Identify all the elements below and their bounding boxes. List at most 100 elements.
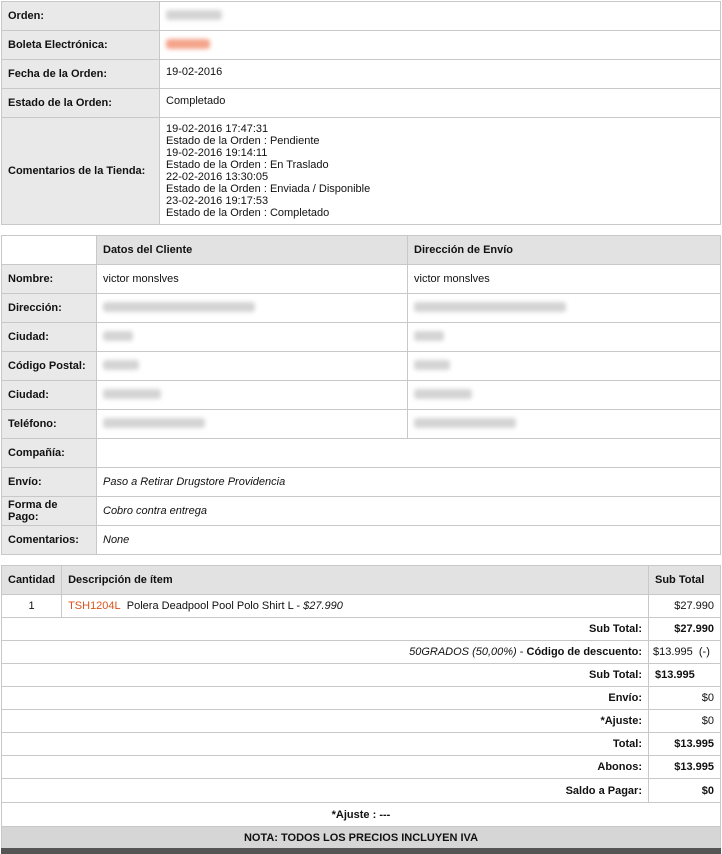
history-line: 19-02-2016 17:47:31 [166, 123, 269, 135]
direccion-cliente [96, 293, 408, 323]
nota-row: NOTA: TODOS LOS PRECIOS INCLUYEN IVA [1, 826, 721, 849]
history-line: Estado de la Orden : Pendiente [166, 135, 320, 147]
ajuste-label: *Ajuste: [1, 709, 649, 733]
direccion-label: Dirección: [1, 293, 97, 323]
order-info-table: Orden: Boleta Electrónica: Fecha de la O… [1, 1, 721, 225]
postal-label: Código Postal: [1, 351, 97, 381]
saldo-value: $0 [648, 778, 721, 803]
col-datos-cliente: Datos del Cliente [96, 235, 408, 265]
fecha-value: 19-02-2016 [159, 59, 721, 89]
discount-sep: - [516, 646, 527, 658]
comentarios-label: Comentarios: [1, 525, 97, 555]
comentarios-tienda-value: 19-02-2016 17:47:31 Estado de la Orden :… [159, 117, 721, 225]
history-line: Estado de la Orden : Completado [166, 207, 330, 219]
abonos-value: $13.995 [648, 755, 721, 779]
discount-code: 50GRADOS (50,00%) [409, 646, 517, 658]
col-subtotal: Sub Total [648, 565, 721, 595]
pago-value: Cobro contra entrega [96, 496, 721, 526]
history-line: 22-02-2016 13:30:05 [166, 171, 269, 183]
telefono-cliente [96, 409, 408, 439]
discount-label: Código de descuento: [526, 646, 643, 658]
fecha-label: Fecha de la Orden: [1, 59, 160, 89]
compania-value [96, 438, 721, 468]
nombre-label: Nombre: [1, 264, 97, 294]
envio-value: Paso a Retirar Drugstore Providencia [96, 467, 721, 497]
ciudad-row: Ciudad: [1, 322, 721, 352]
ciudad2-envio [407, 380, 721, 410]
estado-label: Estado de la Orden: [1, 88, 160, 118]
comentarios-row: Comentarios de la Tienda: 19-02-2016 17:… [1, 117, 721, 225]
customer-table: Datos del Cliente Dirección de Envío Nom… [1, 235, 721, 555]
telefono-row: Teléfono: [1, 409, 721, 439]
orden-value [159, 1, 721, 31]
order-row: Orden: [1, 1, 721, 31]
postal-cliente [96, 351, 408, 381]
subtotal2-row: Sub Total: $13.995 [1, 663, 721, 687]
comentarios-cliente-row: Comentarios: None [1, 525, 721, 555]
subtotal2-label: Sub Total: [1, 663, 649, 687]
envio-label: Envío: [1, 467, 97, 497]
history-line: 23-02-2016 19:17:53 [166, 195, 269, 207]
abonos-label: Abonos: [1, 755, 649, 779]
ciudad-label: Ciudad: [1, 322, 97, 352]
boleta-row: Boleta Electrónica: [1, 30, 721, 60]
discount-value: $13.995 (-) [648, 640, 721, 664]
total-label: Total: [1, 732, 649, 756]
estado-value: Completado [159, 88, 721, 118]
discount-label-cell: 50GRADOS (50,00%) - Código de descuento: [1, 640, 649, 664]
comentarios-value: None [96, 525, 721, 555]
boleta-label: Boleta Electrónica: [1, 30, 160, 60]
orden-label: Orden: [1, 1, 160, 31]
table-row: 1 TSH1204L Polera Deadpool Pool Polo Shi… [0, 594, 721, 618]
items-header-row: Cantidad Descripción de ítem Sub Total [0, 565, 721, 595]
history-line: 19-02-2016 19:14:11 [166, 147, 268, 159]
subtotal1-row: Sub Total: $27.990 [1, 617, 721, 641]
bottom-bar [1, 848, 721, 854]
discount-row: 50GRADOS (50,00%) - Código de descuento:… [1, 640, 721, 664]
item-description: TSH1204L Polera Deadpool Pool Polo Shirt… [61, 594, 649, 618]
item-price: $27.990 [303, 600, 343, 612]
comentarios-tienda-label: Comentarios de la Tienda: [1, 117, 160, 225]
col-descripcion: Descripción de ítem [61, 565, 649, 595]
envio-row: Envío: Paso a Retirar Drugstore Providen… [1, 467, 721, 497]
ciudad-envio [407, 322, 721, 352]
col-cantidad: Cantidad [0, 565, 63, 595]
ajuste-row: *Ajuste: $0 [1, 709, 721, 733]
direccion-envio [407, 293, 721, 323]
postal-row: Código Postal: [1, 351, 721, 381]
items-table: Cantidad Descripción de ítem Sub Total 1… [0, 565, 721, 849]
item-qty: 1 [0, 594, 63, 618]
envio-total-row: Envío: $0 [1, 686, 721, 710]
history-line: Estado de la Orden : En Traslado [166, 159, 329, 171]
item-subtotal: $27.990 [648, 594, 721, 618]
item-name: Polera Deadpool Pool Polo Shirt L - [126, 600, 304, 612]
pago-label: Forma de Pago: [1, 496, 97, 526]
ajuste-note-row: *Ajuste : --- [1, 802, 721, 827]
col-direccion-envio: Dirección de Envío [407, 235, 721, 265]
compania-label: Compañía: [1, 438, 97, 468]
ajuste-value: $0 [648, 709, 721, 733]
estado-row: Estado de la Orden: Completado [1, 88, 721, 118]
ciudad2-row: Ciudad: [1, 380, 721, 410]
ciudad2-label: Ciudad: [1, 380, 97, 410]
direccion-row: Dirección: [1, 293, 721, 323]
nota-iva: NOTA: TODOS LOS PRECIOS INCLUYEN IVA [1, 826, 721, 849]
compania-row: Compañía: [1, 438, 721, 468]
subtotal1-label: Sub Total: [1, 617, 649, 641]
nombre-cliente: victor monslves [96, 264, 408, 294]
subtotal2-value: $13.995 [648, 663, 721, 687]
total-row: Total: $13.995 [1, 732, 721, 756]
subtotal1-value: $27.990 [648, 617, 721, 641]
ajuste-note-text: *Ajuste : --- [331, 808, 391, 821]
item-sku-link[interactable]: TSH1204L [68, 600, 121, 612]
telefono-label: Teléfono: [1, 409, 97, 439]
saldo-label: Saldo a Pagar: [1, 778, 649, 803]
empty-header [1, 235, 97, 265]
total-value: $13.995 [648, 732, 721, 756]
telefono-envio [407, 409, 721, 439]
envio-total-label: Envío: [1, 686, 649, 710]
nombre-row: Nombre: victor monslves victor monslves [1, 264, 721, 294]
history-line: Estado de la Orden : Enviada / Disponibl… [166, 183, 371, 195]
pago-row: Forma de Pago: Cobro contra entrega [1, 496, 721, 526]
customer-header-row: Datos del Cliente Dirección de Envío [1, 235, 721, 265]
